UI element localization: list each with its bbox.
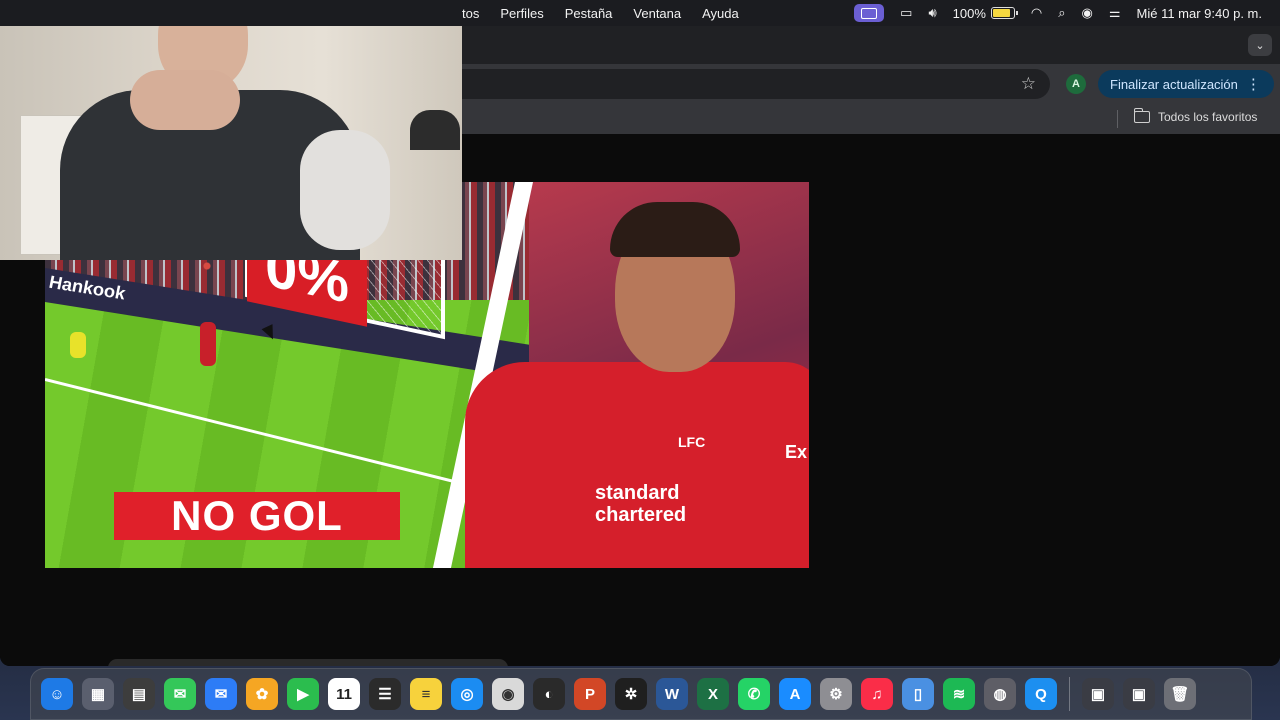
chatgpt-icon[interactable]: ✲	[615, 678, 647, 710]
webcam-person-arm	[300, 130, 390, 250]
calendar-icon[interactable]: 11	[328, 678, 360, 710]
menu-status-area: ▭ 🔊︎ 100% ◠ ⌕ ◉ ⚌ Mié 11 mar 9:40 p. m.	[854, 0, 1262, 26]
webcam-background-chair	[410, 110, 460, 150]
bookmark-star-icon[interactable]: ☆	[1021, 74, 1036, 94]
lfc-crest: LFC	[678, 434, 706, 450]
folder-icon	[1133, 108, 1150, 123]
red-player-figure	[200, 322, 216, 366]
sponsor-logo: standard chartered	[595, 482, 686, 526]
menu-items: tos Perfiles Pestaña Ventana Ayuda	[462, 0, 739, 26]
chrome-icon[interactable]: ◉	[492, 678, 524, 710]
more-vert-icon: ⋮	[1245, 75, 1261, 93]
horizontal-scrollbar[interactable]	[108, 659, 508, 666]
menu-window[interactable]: Ventana	[633, 6, 681, 21]
volume-icon[interactable]: 🔊︎	[928, 5, 936, 21]
liverpool-shirt	[465, 362, 809, 568]
menu-profiles[interactable]: Perfiles	[500, 6, 543, 21]
launchpad-icon[interactable]: ▦	[82, 678, 114, 710]
battery-icon	[990, 7, 1018, 19]
webcam-person-hands	[130, 70, 240, 130]
dock-separator	[1069, 677, 1070, 711]
webcam-overlay	[0, 0, 462, 260]
sponsor-line-1: standard	[595, 482, 680, 504]
spotify-icon[interactable]: ≋	[943, 678, 975, 710]
no-gol-banner: NO GOL	[114, 492, 400, 540]
control-center-icon[interactable]: ⚌	[1109, 5, 1121, 21]
photos-icon[interactable]: ✿	[246, 678, 278, 710]
preview-icon[interactable]: ▯	[902, 678, 934, 710]
tab-search-button[interactable]: ⌄	[1248, 34, 1272, 56]
messages-icon[interactable]: ✉	[164, 678, 196, 710]
app-store-icon[interactable]: A	[779, 678, 811, 710]
menu-clock[interactable]: Mié 11 mar 9:40 p. m.	[1137, 6, 1262, 21]
whatsapp-icon[interactable]: ✆	[738, 678, 770, 710]
all-bookmarks-button[interactable]: Todos los favoritos	[1133, 108, 1258, 124]
finish-update-button[interactable]: Finalizar actualización ⋮	[1098, 70, 1274, 98]
notes-icon[interactable]: ≡	[410, 678, 442, 710]
menu-history[interactable]: tos	[462, 6, 479, 21]
caption-icon[interactable]: ▭	[900, 5, 912, 21]
word-icon[interactable]: W	[656, 678, 688, 710]
trash-icon[interactable]: 🗑︎	[1164, 678, 1196, 710]
menu-help[interactable]: Ayuda	[702, 6, 739, 21]
mail-icon[interactable]: ✉	[205, 678, 237, 710]
address-bar[interactable]: ☆	[420, 69, 1050, 99]
sponsor-line-2: chartered	[595, 504, 687, 526]
all-bookmarks-label: Todos los favoritos	[1158, 110, 1258, 124]
wifi-icon[interactable]: ◠	[1031, 5, 1042, 21]
recent-window-thumbnail[interactable]: ▣	[1082, 678, 1114, 710]
dock: ☺ ▦ ▤ ✉ ✉ ✿ ▶ 11 ☰ ≡ ◎ ◉ ◐ P ✲ W X ✆ A ⚙ ♫ ▯ ≋ ◍ Q ▣ ▣ 🗑︎	[30, 668, 1252, 720]
reminders-icon[interactable]: ☰	[369, 678, 401, 710]
downloads-stack[interactable]: ▣	[1123, 678, 1155, 710]
excel-icon[interactable]: X	[697, 678, 729, 710]
profile-avatar[interactable]: A	[1066, 74, 1086, 94]
chevron-down-icon: ⌄	[1255, 39, 1265, 52]
battery-status[interactable]: 100%	[952, 5, 1018, 21]
quicktime-icon[interactable]: Q	[1025, 678, 1057, 710]
bookmarks-separator	[1117, 110, 1118, 128]
siri-icon[interactable]: ◉	[1082, 5, 1093, 21]
menu-tab[interactable]: Pestaña	[565, 6, 613, 21]
menu-bar: tos Perfiles Pestaña Ventana Ayuda ▭ 🔊︎ …	[0, 0, 1280, 26]
sleeve-text: Ex	[785, 442, 808, 462]
system-settings-icon[interactable]: ⚙	[820, 678, 852, 710]
goalkeeper-figure	[70, 332, 86, 358]
finder-icon[interactable]: ☺	[41, 678, 73, 710]
music-icon[interactable]: ♫	[861, 678, 893, 710]
search-icon[interactable]: ⌕	[1058, 5, 1065, 21]
facetime-icon[interactable]: ▶	[287, 678, 319, 710]
calculator-icon[interactable]: ▤	[123, 678, 155, 710]
obs-icon[interactable]: ◐	[533, 678, 565, 710]
safari-icon[interactable]: ◎	[451, 678, 483, 710]
powerpoint-icon[interactable]: P	[574, 678, 606, 710]
finish-update-label: Finalizar actualización	[1110, 76, 1238, 92]
disk-utility-icon[interactable]: ◍	[984, 678, 1016, 710]
player-hair	[610, 202, 740, 257]
battery-percent: 100%	[952, 5, 986, 21]
screen-mirroring-icon[interactable]	[854, 4, 885, 22]
